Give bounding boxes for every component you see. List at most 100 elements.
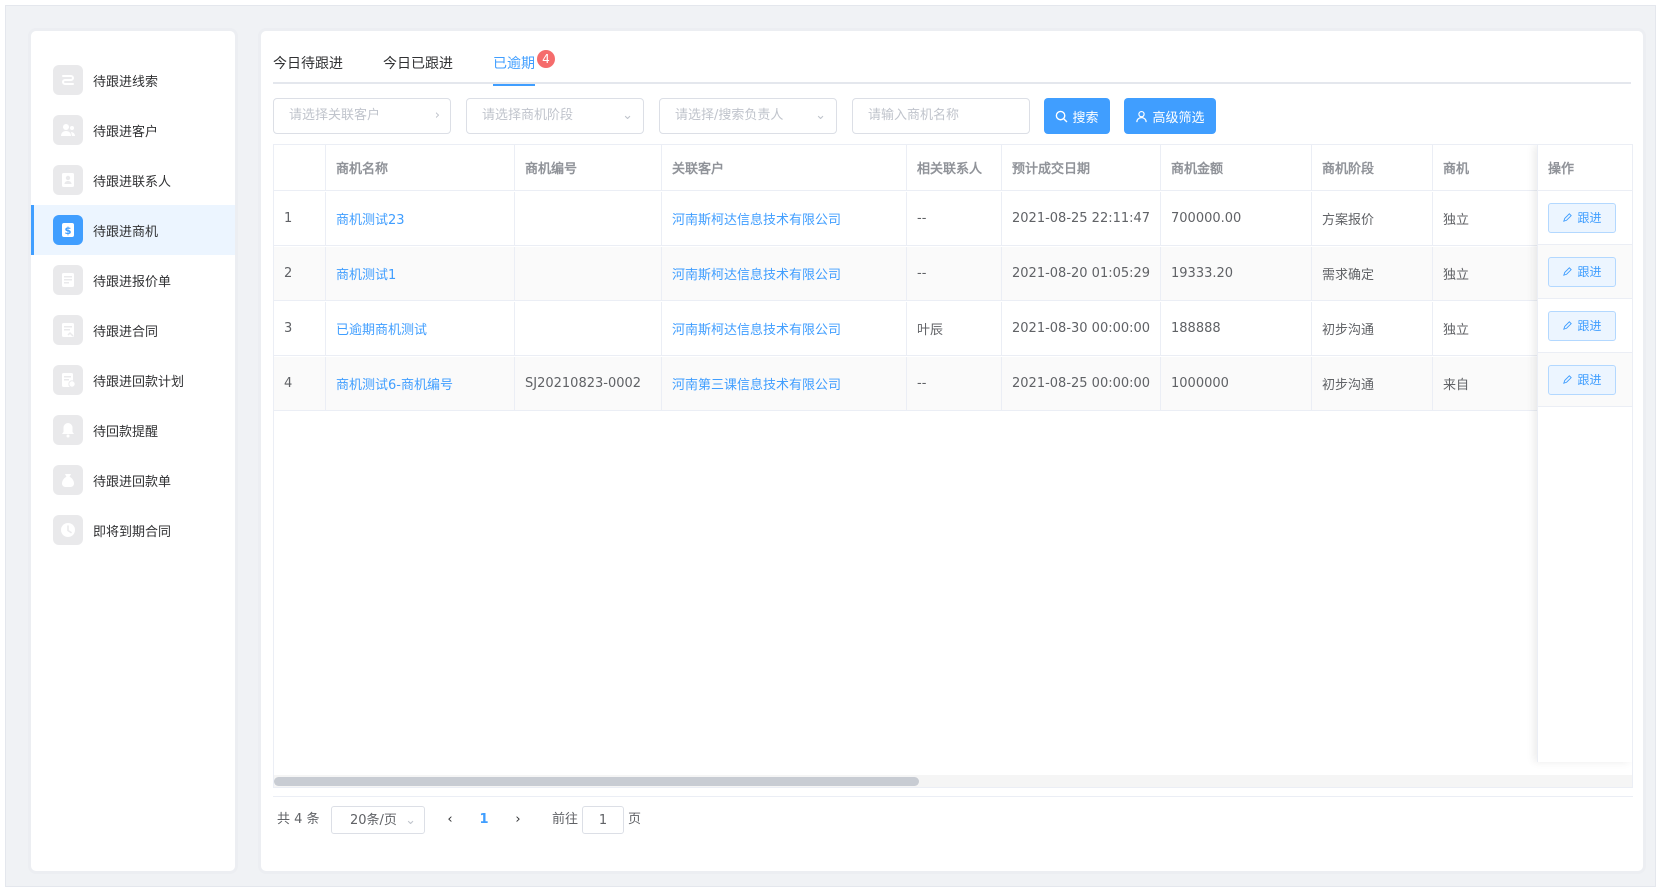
tab-overdue[interactable]: 已逾期 4 xyxy=(493,47,555,86)
sidebar-item-label: 待跟进合同 xyxy=(93,324,159,340)
table-row: 2 商机测试1 河南斯柯达信息技术有限公司 -- 2021-08-20 01:0… xyxy=(274,247,1632,301)
page-suffix: 页 xyxy=(628,812,642,827)
name-input-placeholder: 请输入商机名称 xyxy=(868,108,960,123)
cell-extra: 独立 xyxy=(1433,247,1553,300)
tab-label: 已逾期 xyxy=(493,56,535,72)
action-cell: 跟进 xyxy=(1538,191,1632,245)
sidebar-item-expiring-contracts[interactable]: 即将到期合同 xyxy=(31,505,235,555)
sidebar-item-leads[interactable]: 待跟进线索 xyxy=(31,55,235,105)
chevron-down-icon: ⌄ xyxy=(622,108,633,123)
cell-date: 2021-08-25 00:00:00 xyxy=(1002,357,1161,410)
opportunity-name-link[interactable]: 商机测试6-商机编号 xyxy=(326,357,515,410)
opportunity-name-link[interactable]: 商机测试23 xyxy=(326,192,515,245)
opportunity-table: 商机名称 商机编号 关联客户 相关联系人 预计成交日期 商机金额 商机阶段 商机… xyxy=(273,144,1633,788)
main-panel: 今日待跟进 今日已跟进 已逾期 4 请选择关联客户 › 请选择商机阶段 ⌄ 请选… xyxy=(258,28,1646,874)
cell-stage: 初步沟通 xyxy=(1312,357,1433,410)
table-header: 商机名称 商机编号 关联客户 相关联系人 预计成交日期 商机金额 商机阶段 商机 xyxy=(274,145,1632,191)
payment-plan-icon xyxy=(53,365,83,395)
follow-up-label: 跟进 xyxy=(1577,373,1602,387)
follow-up-label: 跟进 xyxy=(1577,265,1602,279)
opportunity-name-input[interactable]: 请输入商机名称 xyxy=(852,98,1030,134)
horizontal-scrollbar[interactable] xyxy=(274,775,1632,787)
sidebar-item-quotes[interactable]: 待跟进报价单 xyxy=(31,255,235,305)
filter-bar: 请选择关联客户 › 请选择商机阶段 ⌄ 请选择/搜索负责人 ⌄ 请输入商机名称 … xyxy=(273,98,1633,134)
stage-select-placeholder: 请选择商机阶段 xyxy=(482,108,574,123)
sidebar-item-label: 待跟进商机 xyxy=(93,224,159,240)
sidebar-item-label: 待跟进回款计划 xyxy=(93,374,185,390)
app-frame: 待跟进线索 待跟进客户 待跟进联系人 $ 待跟进商机 待跟进报价单 待跟进合同 … xyxy=(5,5,1656,887)
scrollbar-thumb[interactable] xyxy=(274,777,919,786)
table-row: 4 商机测试6-商机编号 SJ20210823-0002 河南第三课信息技术有限… xyxy=(274,357,1632,411)
page-number-current[interactable]: 1 xyxy=(474,806,494,834)
cell-extra: 来自 xyxy=(1433,357,1553,410)
cell-contact: 叶辰 xyxy=(907,302,1002,355)
owner-select-placeholder: 请选择/搜索负责人 xyxy=(675,108,784,123)
sidebar-item-label: 待跟进报价单 xyxy=(93,274,172,290)
sidebar-item-receipts[interactable]: 待跟进回款单 xyxy=(31,455,235,505)
customer-link[interactable]: 河南第三课信息技术有限公司 xyxy=(662,357,907,410)
cell-amount: 188888 xyxy=(1161,302,1312,355)
next-page-button[interactable]: › xyxy=(508,806,528,834)
cell-contact: -- xyxy=(907,247,1002,300)
column-header-extra: 商机 xyxy=(1433,145,1553,190)
prev-page-button[interactable]: ‹ xyxy=(440,806,460,834)
quote-icon xyxy=(53,265,83,295)
sidebar-item-payment-reminders[interactable]: 待回款提醒 xyxy=(31,405,235,455)
cell-extra: 独立 xyxy=(1433,302,1553,355)
page-size-select[interactable]: 20条/页 ⌄ xyxy=(331,806,425,834)
customer-select-placeholder: 请选择关联客户 xyxy=(289,108,381,123)
svg-text:$: $ xyxy=(65,226,72,237)
opportunity-name-link[interactable]: 商机测试1 xyxy=(326,247,515,300)
customer-link[interactable]: 河南斯柯达信息技术有限公司 xyxy=(662,247,907,300)
follow-up-button[interactable]: 跟进 xyxy=(1548,202,1616,233)
customer-select[interactable]: 请选择关联客户 › xyxy=(273,98,451,134)
table-row: 1 商机测试23 河南斯柯达信息技术有限公司 -- 2021-08-25 22:… xyxy=(274,192,1632,246)
sidebar-item-label: 待跟进线索 xyxy=(93,74,159,90)
column-header-action: 操作 xyxy=(1538,145,1632,191)
advanced-filter-button[interactable]: 高级筛选 xyxy=(1124,98,1216,134)
action-column: 操作 跟进 跟进 跟进 跟进 xyxy=(1537,145,1632,762)
cell-index: 3 xyxy=(274,302,326,355)
goto-label: 前往 xyxy=(552,812,579,827)
tab-today-done[interactable]: 今日已跟进 xyxy=(383,47,453,84)
pagination: 共 4 条 20条/页 ⌄ ‹ 1 › 前往 1 页 xyxy=(273,806,873,834)
cell-code xyxy=(515,302,662,355)
action-cell: 跟进 xyxy=(1538,245,1632,299)
sidebar-item-payment-plans[interactable]: 待跟进回款计划 xyxy=(31,355,235,405)
owner-select[interactable]: 请选择/搜索负责人 ⌄ xyxy=(659,98,837,134)
goto-page-input[interactable]: 1 xyxy=(582,806,624,834)
follow-up-button[interactable]: 跟进 xyxy=(1548,256,1616,287)
column-header-amount: 商机金额 xyxy=(1161,145,1312,190)
cell-index: 2 xyxy=(274,247,326,300)
column-header-name: 商机名称 xyxy=(326,145,515,190)
tab-bar: 今日待跟进 今日已跟进 已逾期 4 xyxy=(273,47,1631,86)
column-header-code: 商机编号 xyxy=(515,145,662,190)
search-icon xyxy=(1056,110,1068,122)
search-button-label: 搜索 xyxy=(1072,109,1099,125)
cell-code: SJ20210823-0002 xyxy=(515,357,662,410)
chevron-down-icon: ⌄ xyxy=(815,108,826,123)
divider xyxy=(273,796,1633,797)
action-cell: 跟进 xyxy=(1538,299,1632,353)
stage-select[interactable]: 请选择商机阶段 ⌄ xyxy=(466,98,644,134)
sidebar-item-opportunities[interactable]: $ 待跟进商机 xyxy=(31,205,235,255)
edit-icon xyxy=(1563,267,1573,276)
cell-stage: 需求确定 xyxy=(1312,247,1433,300)
customer-link[interactable]: 河南斯柯达信息技术有限公司 xyxy=(662,302,907,355)
tab-today-pending[interactable]: 今日待跟进 xyxy=(273,47,343,84)
column-header-customer: 关联客户 xyxy=(662,145,907,190)
sidebar-item-customers[interactable]: 待跟进客户 xyxy=(31,105,235,155)
money-bag-icon xyxy=(53,465,83,495)
follow-up-button[interactable]: 跟进 xyxy=(1548,364,1616,395)
search-button[interactable]: 搜索 xyxy=(1044,98,1110,134)
sidebar-item-contacts[interactable]: 待跟进联系人 xyxy=(31,155,235,205)
clue-icon xyxy=(53,65,83,95)
user-icon xyxy=(1136,110,1148,122)
opportunity-name-link[interactable]: 已逾期商机测试 xyxy=(326,302,515,355)
cell-date: 2021-08-20 01:05:29 xyxy=(1002,247,1161,300)
follow-up-button[interactable]: 跟进 xyxy=(1548,310,1616,341)
cell-index: 4 xyxy=(274,357,326,410)
customer-link[interactable]: 河南斯柯达信息技术有限公司 xyxy=(662,192,907,245)
sidebar-item-contracts[interactable]: 待跟进合同 xyxy=(31,305,235,355)
clock-icon xyxy=(53,515,83,545)
